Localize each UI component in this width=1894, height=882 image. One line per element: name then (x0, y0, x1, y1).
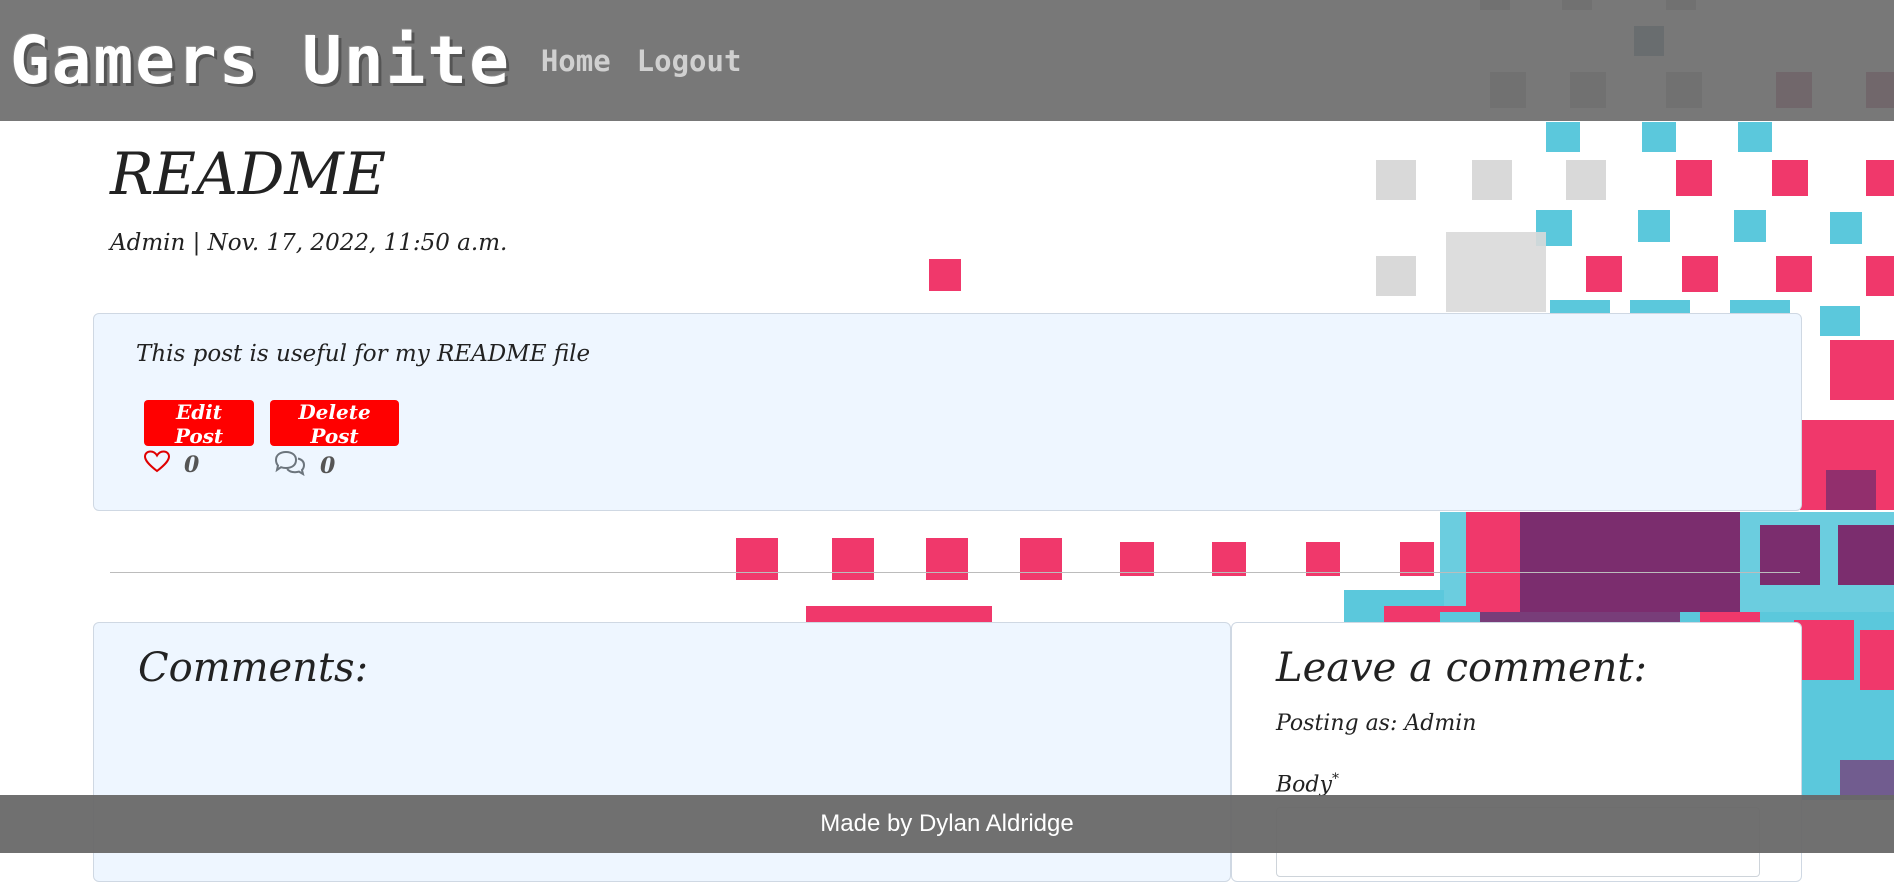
like-stat: 0 (143, 450, 200, 480)
edit-post-button[interactable]: Edit Post (144, 400, 254, 448)
heart-icon[interactable] (143, 450, 171, 480)
nav-link-home[interactable]: Home (541, 44, 611, 78)
body-label-text: Body (1276, 772, 1332, 798)
body-field-label: Body* (1276, 771, 1339, 797)
navbar: Gamers Unite Home Logout (0, 0, 1894, 121)
footer-text: Made by Dylan Aldridge (820, 810, 1074, 837)
required-mark: * (1331, 771, 1339, 787)
like-count: 0 (184, 452, 200, 478)
comment-count: 0 (320, 453, 336, 479)
post-title: README (110, 140, 387, 208)
post-meta: Admin | Nov. 17, 2022, 11:50 a.m. (110, 230, 508, 256)
comment-stat: 0 (274, 450, 335, 482)
main-content: README Admin | Nov. 17, 2022, 11:50 a.m.… (0, 0, 1894, 882)
post-body: This post is useful for my README file (136, 341, 591, 367)
footer: Made by Dylan Aldridge (0, 795, 1894, 853)
comments-icon (274, 450, 306, 482)
leave-comment-heading: Leave a comment: (1276, 645, 1647, 691)
delete-post-button[interactable]: Delete Post (270, 400, 399, 448)
site-brand[interactable]: Gamers Unite (10, 22, 511, 99)
post-card: This post is useful for my README file E… (93, 313, 1802, 511)
posting-as-text: Posting as: Admin (1276, 711, 1477, 736)
comments-heading: Comments: (138, 645, 369, 691)
nav-link-logout[interactable]: Logout (637, 44, 742, 78)
divider (110, 572, 1800, 573)
